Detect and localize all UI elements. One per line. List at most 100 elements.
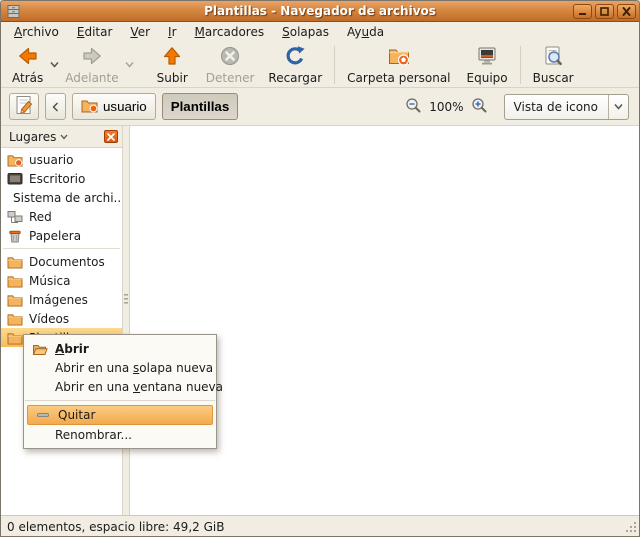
pane-splitter[interactable] — [123, 126, 130, 515]
context-menu-item-abrir-ventana[interactable]: Abrir en una ventana nueva — [25, 377, 215, 396]
menu-editar[interactable]: Editar — [68, 23, 122, 41]
context-menu-label: Abrir en una solapa nueva — [55, 361, 213, 375]
menu-ayuda[interactable]: Ayuda — [338, 23, 393, 41]
menu-solapas[interactable]: Solapas — [273, 23, 338, 41]
context-menu-separator — [25, 400, 215, 401]
places-list: usuario Escritorio Sistema de archi — [1, 148, 122, 347]
sidebar-header-label: Lugares — [9, 130, 56, 144]
reload-button[interactable]: Recargar — [263, 43, 327, 86]
sidebar-item-imagenes[interactable]: Imágenes — [1, 290, 122, 309]
sidebar-close-button[interactable] — [104, 130, 118, 143]
arrow-right-icon — [80, 44, 104, 71]
context-menu-label: Quitar — [58, 408, 95, 422]
window-title: Plantillas - Navegador de archivos — [1, 4, 639, 18]
trash-icon — [7, 229, 23, 243]
back-button[interactable]: Atrás — [7, 43, 48, 86]
search-icon — [541, 44, 565, 71]
home-folder-icon — [387, 44, 411, 71]
home-button[interactable]: Carpeta personal — [342, 43, 455, 86]
path-plantillas-label: Plantillas — [171, 99, 230, 114]
search-button[interactable]: Buscar — [528, 43, 579, 86]
view-mode-value: Vista de icono — [505, 100, 608, 114]
stop-button[interactable]: Detener — [201, 43, 260, 86]
arrow-up-icon — [160, 44, 184, 71]
folder-icon — [7, 331, 23, 345]
forward-label: Adelante — [65, 71, 118, 85]
network-icon — [7, 210, 23, 224]
context-menu-label: Abrir en una ventana nueva — [55, 380, 223, 394]
file-manager-window: Plantillas - Navegador de archivos Archi… — [0, 0, 640, 537]
zoom-level: 100% — [429, 100, 463, 114]
sidebar-item-musica[interactable]: Música — [1, 271, 122, 290]
edit-location-button[interactable] — [9, 93, 39, 120]
sidebar-item-sistema-de-archivos[interactable]: Sistema de archi... — [1, 188, 122, 207]
resize-grip[interactable] — [624, 520, 638, 537]
home-label: Carpeta personal — [347, 71, 450, 85]
menu-ir[interactable]: Ir — [159, 23, 185, 41]
context-menu-label: Renombrar... — [55, 428, 132, 442]
up-label: Subir — [157, 71, 188, 85]
path-button-plantillas[interactable]: Plantillas — [162, 93, 239, 120]
close-button[interactable] — [617, 4, 636, 19]
toolbar-separator — [334, 46, 335, 84]
stop-icon — [218, 44, 242, 71]
titlebar[interactable]: Plantillas - Navegador de archivos — [1, 1, 639, 22]
sidebar-item-label: usuario — [29, 153, 73, 167]
splitter-grip — [124, 294, 128, 304]
folder-icon — [81, 98, 98, 116]
up-button[interactable]: Subir — [152, 43, 193, 86]
menu-ver[interactable]: Ver — [121, 23, 159, 41]
context-menu-item-abrir-solapa[interactable]: Abrir en una solapa nueva — [25, 358, 215, 377]
main-area: Lugares usuario — [1, 126, 639, 515]
folder-icon — [7, 293, 23, 307]
folder-icon — [7, 312, 23, 326]
menu-archivo[interactable]: Archivo — [5, 23, 68, 41]
view-mode-select[interactable]: Vista de icono — [504, 94, 629, 120]
path-scroll-left-button[interactable] — [45, 93, 66, 120]
toolbar: Atrás Adelante Subir Detener — [1, 42, 639, 88]
sidebar-header[interactable]: Lugares — [1, 126, 122, 148]
folder-open-icon — [31, 342, 48, 356]
remove-icon — [34, 410, 51, 420]
status-text: 0 elementos, espacio libre: 49,2 GiB — [7, 520, 224, 534]
sidebar-item-videos[interactable]: Vídeos — [1, 309, 122, 328]
path-usuario-label: usuario — [103, 99, 147, 114]
menubar: Archivo Editar Ver Ir Marcadores Solapas… — [1, 22, 639, 42]
minimize-button[interactable] — [573, 4, 592, 19]
zoom-out-icon[interactable] — [405, 97, 422, 117]
sidebar-item-papelera[interactable]: Papelera — [1, 226, 122, 245]
window-controls — [573, 4, 636, 19]
arrow-left-icon — [16, 44, 40, 71]
zoom-in-icon[interactable] — [471, 97, 488, 117]
sidebar-item-usuario[interactable]: usuario — [1, 150, 122, 169]
path-button-usuario[interactable]: usuario — [72, 93, 156, 120]
context-menu: Abrir Abrir en una solapa nueva Abrir en… — [23, 334, 217, 449]
context-menu-item-abrir[interactable]: Abrir — [25, 339, 215, 358]
maximize-button[interactable] — [595, 4, 614, 19]
sidebar-item-escritorio[interactable]: Escritorio — [1, 169, 122, 188]
computer-button[interactable]: Equipo — [462, 43, 513, 86]
sidebar-item-red[interactable]: Red — [1, 207, 122, 226]
desktop-icon — [7, 172, 23, 186]
places-sidebar: Lugares usuario — [1, 126, 123, 515]
context-menu-item-quitar[interactable]: Quitar — [27, 405, 213, 425]
back-label: Atrás — [12, 71, 43, 85]
statusbar: 0 elementos, espacio libre: 49,2 GiB — [1, 515, 639, 537]
computer-icon — [475, 44, 499, 71]
folder-view[interactable] — [130, 126, 639, 515]
sidebar-separator — [3, 248, 120, 249]
computer-label: Equipo — [467, 71, 508, 85]
sidebar-item-label: Vídeos — [29, 312, 69, 326]
menu-marcadores[interactable]: Marcadores — [186, 23, 274, 41]
forward-button[interactable]: Adelante — [60, 43, 123, 86]
context-menu-item-renombrar[interactable]: Renombrar... — [25, 425, 215, 444]
back-history-chevron-icon[interactable] — [48, 45, 60, 85]
edit-location-icon — [14, 95, 35, 119]
location-bar: usuario Plantillas 100% — [1, 88, 639, 126]
sidebar-item-documentos[interactable]: Documentos — [1, 252, 122, 271]
forward-history-chevron-icon[interactable] — [124, 45, 136, 85]
reload-icon — [283, 44, 307, 71]
zoom-controls: 100% — [405, 97, 487, 117]
folder-icon — [7, 255, 23, 269]
home-folder-icon — [7, 153, 23, 167]
